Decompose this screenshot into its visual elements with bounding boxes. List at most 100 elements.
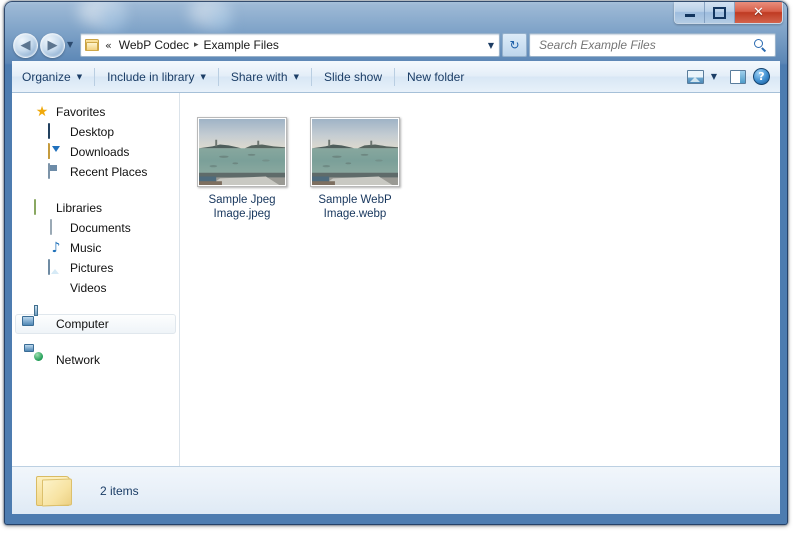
change-view-icon[interactable] xyxy=(686,69,704,84)
search-box[interactable] xyxy=(529,33,776,57)
navigation-pane: ★ Favorites Desktop Downloads Recent Pla… xyxy=(12,93,180,466)
star-icon: ★ xyxy=(35,104,49,120)
nav-group-favorites: ★ Favorites Desktop Downloads Recent Pla… xyxy=(12,102,179,182)
sidebar-item-pictures[interactable]: Pictures xyxy=(15,258,176,278)
sidebar-item-label: Computer xyxy=(56,317,109,331)
sidebar-item-label: Documents xyxy=(70,221,131,235)
close-button[interactable]: ✕ xyxy=(735,2,782,23)
sidebar-item-label: Desktop xyxy=(70,125,115,139)
nav-group-libraries: Libraries Documents ♪ Music Pictures Vid… xyxy=(12,198,179,298)
include-in-library-label: Include in library xyxy=(107,69,195,84)
file-list-pane[interactable]: Sample Jpeg Image.jpeg Sample WebP Image… xyxy=(180,93,780,466)
explorer-body: ★ Favorites Desktop Downloads Recent Pla… xyxy=(12,93,780,466)
seascape-thumbnail-image xyxy=(312,119,398,185)
forward-button[interactable]: ▶ xyxy=(40,33,65,58)
sidebar-item-label: Music xyxy=(70,241,102,255)
glass-reflection xyxy=(78,1,124,27)
search-icon[interactable] xyxy=(754,38,767,52)
help-icon[interactable]: ? xyxy=(753,68,770,85)
slide-show-button[interactable]: Slide show xyxy=(314,65,392,89)
command-separator xyxy=(217,67,219,86)
refresh-button[interactable]: ↻ xyxy=(502,33,527,57)
music-note-icon: ♪ xyxy=(51,240,61,256)
item-count-label: 2 items xyxy=(100,483,139,498)
command-separator xyxy=(94,67,96,86)
desktop-background: ✕ ◀ ▶ ▼ « WebP Codec ▸ Example Files ▼ ↻… xyxy=(0,0,800,534)
sidebar-item-label: Favorites xyxy=(56,105,106,119)
chevron-down-icon: ▼ xyxy=(200,72,206,81)
desktop-monitor-icon xyxy=(48,123,64,140)
file-thumbnail[interactable] xyxy=(197,117,287,187)
sidebar-item-recent-places[interactable]: Recent Places xyxy=(15,162,176,182)
recent-pages-chevron-down-icon[interactable]: ▼ xyxy=(67,40,73,49)
sidebar-item-favorites[interactable]: ★ Favorites xyxy=(15,102,176,122)
back-button[interactable]: ◀ xyxy=(13,33,38,58)
forward-arrow-icon: ▶ xyxy=(47,38,58,53)
list-item[interactable]: Sample Jpeg Image.jpeg xyxy=(192,115,292,221)
details-pane: 2 items xyxy=(12,466,780,514)
include-in-library-button[interactable]: Include in library ▼ xyxy=(97,65,216,89)
sidebar-item-videos[interactable]: Videos xyxy=(15,278,176,298)
sidebar-item-documents[interactable]: Documents xyxy=(15,218,176,238)
file-name-label: Sample WebP Image.webp xyxy=(318,194,392,220)
video-film-icon xyxy=(48,280,64,296)
breadcrumb-overflow-icon[interactable]: « xyxy=(102,39,115,52)
network-icon xyxy=(34,352,50,368)
downloads-folder-icon xyxy=(48,143,64,160)
minimize-button[interactable] xyxy=(675,2,705,23)
libraries-icon xyxy=(34,199,50,216)
sidebar-item-label: Pictures xyxy=(70,261,114,275)
explorer-window: ✕ ◀ ▶ ▼ « WebP Codec ▸ Example Files ▼ ↻… xyxy=(4,1,788,525)
glass-reflection xyxy=(189,1,229,27)
chevron-down-icon: ▼ xyxy=(76,72,83,81)
sidebar-item-label: Downloads xyxy=(70,145,130,159)
nav-group-network: Network xyxy=(12,350,179,370)
sidebar-item-desktop[interactable]: Desktop xyxy=(15,122,176,142)
sidebar-item-downloads[interactable]: Downloads xyxy=(15,142,176,162)
chevron-down-icon: ▼ xyxy=(293,72,299,81)
sidebar-item-label: Recent Places xyxy=(70,165,148,179)
sidebar-item-libraries[interactable]: Libraries xyxy=(15,198,176,218)
recent-places-icon xyxy=(48,163,64,180)
share-with-button[interactable]: Share with ▼ xyxy=(221,65,309,89)
sidebar-item-computer[interactable]: Computer xyxy=(15,314,176,334)
breadcrumb-item-example-files[interactable]: Example Files xyxy=(200,38,283,52)
file-grid: Sample Jpeg Image.jpeg Sample WebP Image… xyxy=(192,115,780,221)
search-input[interactable] xyxy=(537,37,741,53)
view-chevron-down-icon[interactable]: ▼ xyxy=(711,72,717,81)
command-bar: Organize ▼ Include in library ▼ Share wi… xyxy=(12,61,780,93)
title-bar[interactable]: ✕ xyxy=(4,1,788,33)
sidebar-item-network[interactable]: Network xyxy=(15,350,176,370)
folder-icon xyxy=(34,474,74,508)
command-bar-right-group: ▼ ? xyxy=(686,68,780,85)
command-separator xyxy=(310,67,312,86)
maximize-icon xyxy=(713,6,726,19)
sidebar-item-label: Network xyxy=(56,353,101,367)
seascape-thumbnail-image xyxy=(199,119,285,185)
close-icon: ✕ xyxy=(753,5,764,20)
organize-button[interactable]: Organize ▼ xyxy=(12,65,92,89)
command-separator xyxy=(393,67,395,86)
address-dropdown-chevron-down-icon[interactable]: ▼ xyxy=(488,41,494,50)
preview-pane-icon[interactable] xyxy=(730,69,746,84)
file-thumbnail[interactable] xyxy=(310,117,400,187)
slide-show-label: Slide show xyxy=(323,69,382,84)
computer-icon xyxy=(34,316,50,332)
file-name-label: Sample Jpeg Image.jpeg xyxy=(208,194,276,220)
nav-group-computer: Computer xyxy=(12,314,179,334)
sidebar-item-label: Libraries xyxy=(56,201,103,215)
address-bar[interactable]: « WebP Codec ▸ Example Files ▼ xyxy=(80,33,500,57)
folder-icon xyxy=(85,39,99,51)
sidebar-item-label: Videos xyxy=(70,281,107,295)
maximize-button[interactable] xyxy=(705,2,735,23)
refresh-icon: ↻ xyxy=(509,38,520,52)
back-arrow-icon: ◀ xyxy=(20,38,31,53)
navigation-bar: ◀ ▶ ▼ « WebP Codec ▸ Example Files ▼ ↻ xyxy=(4,29,788,61)
breadcrumb-item-webp-codec[interactable]: WebP Codec xyxy=(115,38,193,52)
window-controls: ✕ xyxy=(674,2,783,24)
document-icon xyxy=(48,219,64,236)
sidebar-item-music[interactable]: ♪ Music xyxy=(15,238,176,258)
new-folder-button[interactable]: New folder xyxy=(397,65,474,89)
list-item[interactable]: Sample WebP Image.webp xyxy=(305,115,405,221)
